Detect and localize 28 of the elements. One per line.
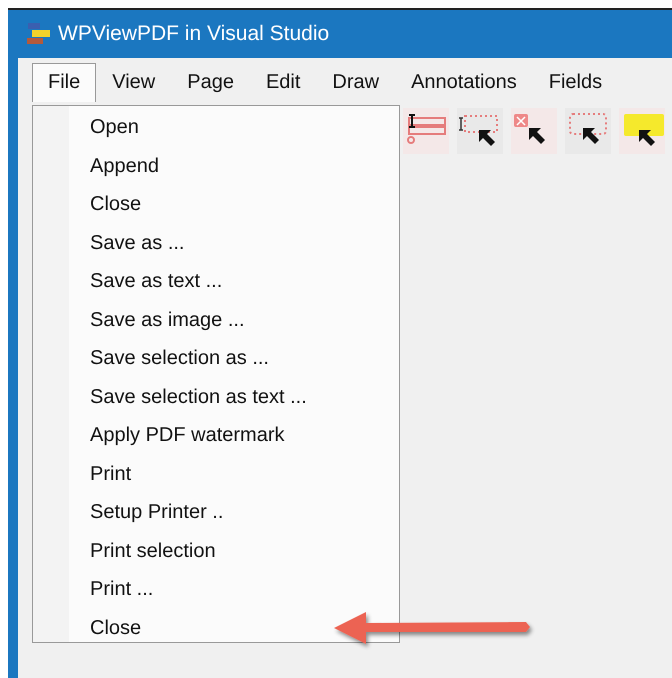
app-logo-icon [26, 22, 52, 46]
menu-option[interactable]: Apply PDF watermark [33, 416, 399, 454]
highlight-tool-icon[interactable] [619, 108, 665, 154]
menu-option[interactable]: Save selection as ... [33, 339, 399, 378]
menu-item[interactable]: Page [171, 63, 250, 102]
menu-item[interactable]: Draw [316, 63, 396, 102]
menu-option[interactable]: Close [33, 185, 399, 224]
menu-option[interactable]: Save as ... [33, 224, 399, 262]
menu-option[interactable]: Open [33, 108, 399, 146]
menu-option[interactable]: Print selection [33, 532, 399, 570]
menu-item[interactable]: View [96, 63, 172, 102]
menu-item[interactable]: Edit [250, 63, 316, 102]
menu-option[interactable]: Print ... [33, 570, 399, 608]
menu-option[interactable]: Close [33, 608, 399, 647]
menu-item[interactable]: Fields [532, 63, 618, 102]
text-field-tool-icon[interactable] [403, 108, 449, 154]
window-title: WPViewPDF in Visual Studio [58, 22, 330, 46]
area-select-tool-icon[interactable] [565, 108, 611, 154]
menu-option[interactable]: Save as image ... [33, 300, 399, 339]
menu-item[interactable]: File [32, 63, 96, 102]
menu-item[interactable]: Annotations [395, 63, 533, 102]
menu-option[interactable]: Setup Printer .. [33, 493, 399, 532]
menu-option[interactable]: Save selection as text ... [33, 378, 399, 416]
menu-option[interactable]: Save as text ... [33, 262, 399, 300]
checkbox-tool-icon[interactable] [511, 108, 557, 154]
menu-option[interactable]: Append [33, 146, 399, 185]
text-select-tool-icon[interactable] [457, 108, 503, 154]
menu-option[interactable]: Print [33, 454, 399, 493]
